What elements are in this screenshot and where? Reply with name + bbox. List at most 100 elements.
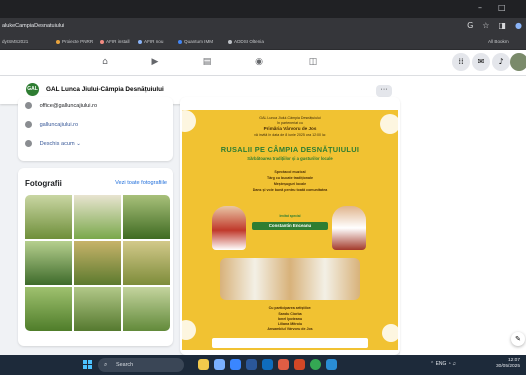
performer-photo [332, 206, 366, 250]
bookmark-item[interactable]: dyISMS2021 [2, 39, 28, 44]
system-tray[interactable]: ⌃ ENG ◔ ♫ [430, 361, 456, 367]
more-options-button[interactable]: ··· [376, 85, 392, 97]
groups-icon[interactable]: ◉ [252, 55, 266, 69]
bookmark-item[interactable]: All Bookm [488, 39, 509, 44]
globe-icon [25, 121, 32, 128]
website-row: galluncajiului.ro [25, 121, 78, 128]
photos-icon[interactable] [278, 359, 289, 370]
hours-row: Deschis acum ⌄ [25, 140, 81, 147]
clock-icon [25, 140, 32, 147]
poster-artist: Ansamblul Vârvoru de Jos [267, 327, 313, 331]
profile-icon[interactable]: ● [515, 21, 522, 30]
poster-artist: Sandu Ciorba [278, 312, 302, 316]
extensions-icon[interactable]: ◨ [498, 21, 506, 30]
address-bar: alukeCampiaDesnatuiului G ☆ ◨ ● [0, 18, 526, 36]
page-logo[interactable]: GAL [26, 83, 39, 96]
bookmark-dot-icon [178, 39, 182, 44]
poster-host: Primăria Vârvoru de Jos [263, 126, 317, 131]
photos-title: Fotografii [25, 179, 62, 188]
notifications-icon[interactable]: ♪ [492, 53, 510, 71]
intro-card: office@galluncajiului.ro galluncajiului.… [18, 97, 173, 161]
poster-invited-label: Invitat special [279, 214, 301, 218]
poster-subtitle: Sărbătoarea tradițiilor și a gusturilor … [247, 156, 333, 161]
photo-tile[interactable] [25, 241, 72, 285]
menu-grid-icon[interactable]: ⁞⁞ [452, 53, 470, 71]
sponsor-logos-strip [212, 338, 368, 348]
photo-tile[interactable] [25, 195, 72, 239]
chevron-down-icon[interactable]: ⌄ [76, 141, 81, 147]
bookmark-star-icon[interactable]: ☆ [482, 21, 489, 30]
page-title[interactable]: GAL Lunca Jiului-Câmpia Desnățuiului [46, 86, 164, 93]
photo-tile[interactable] [74, 241, 121, 285]
email-row: office@galluncajiului.ro [25, 102, 97, 109]
photo-tile[interactable] [123, 287, 170, 331]
poster-item: Spectacol muzical [274, 170, 306, 174]
poster-guest-name: Constantin Enceanu [252, 222, 328, 230]
bookmark-item[interactable]: AFIR nou [138, 39, 163, 44]
event-poster-image[interactable]: GAL Lunca Jiului-Câmpia Desnățuiului în … [182, 110, 398, 350]
photo-tile[interactable] [74, 287, 121, 331]
search-label: Search [116, 362, 134, 368]
maximize-icon[interactable]: □ [498, 3, 506, 12]
settings-icon[interactable] [214, 359, 225, 370]
outlook-icon[interactable] [262, 359, 273, 370]
bookmarks-bar: dyISMS2021 Proiecte PNRR AFIR install AF… [0, 36, 526, 50]
bookmark-item[interactable]: AFIR install [100, 39, 130, 44]
musicians-photo [220, 258, 360, 300]
windows-taskbar: ⌕ Search ⌃ ENG ◔ ♫ 12:07 30/05/2025 [0, 355, 526, 375]
messenger-icon[interactable]: ✉ [472, 53, 490, 71]
word-icon[interactable] [246, 359, 257, 370]
store-icon[interactable] [230, 359, 241, 370]
see-all-photos-link[interactable]: Vezi toate fotografiile [115, 180, 167, 186]
bookmark-item[interactable]: ADDSI Oltenia [228, 39, 264, 44]
open-status[interactable]: Deschis acum [40, 141, 75, 147]
address-bar-actions: G ☆ ◨ ● [467, 21, 522, 30]
bookmark-dot-icon [100, 39, 104, 44]
photo-tile[interactable] [123, 195, 170, 239]
chrome-icon[interactable] [310, 359, 321, 370]
language-indicator[interactable]: ENG [436, 361, 447, 367]
poster-also-label: Cu participarea artiștilor: [268, 306, 312, 310]
photo-tile[interactable] [74, 195, 121, 239]
powerpoint-icon[interactable] [294, 359, 305, 370]
website-link[interactable]: galluncajiului.ro [40, 122, 79, 128]
edit-icon[interactable]: ✎ [511, 332, 525, 346]
search-icon: ⌕ [104, 361, 108, 368]
facebook-top-nav: ⌂ ▶ ▤ ◉ ◫ ⁞⁞ ✉ ♪ [0, 50, 526, 76]
bookmark-dot-icon [228, 39, 232, 44]
bookmark-item[interactable]: Quantum IMM [178, 39, 213, 44]
poster-partner-line: în parteneriat cu [277, 121, 303, 125]
photo-tile[interactable] [123, 241, 170, 285]
marketplace-icon[interactable]: ▤ [200, 55, 214, 69]
file-explorer-icon[interactable] [198, 359, 209, 370]
video-icon[interactable]: ▶ [148, 55, 162, 69]
poster-org-line: GAL Lunca Jiului-Câmpia Desnățuiului [259, 116, 321, 120]
poster-artist: Liliana Mitroiu [277, 322, 303, 326]
photos-card: Fotografii Vezi toate fotografiile [18, 168, 173, 346]
bookmark-dot-icon [138, 39, 142, 44]
poster-item: Târg cu bucate tradiționale [267, 176, 313, 180]
edge-icon[interactable] [326, 359, 337, 370]
taskbar-search[interactable]: ⌕ Search [98, 358, 184, 372]
poster-title: RUSALII PE CÂMPIA DESNĂȚUIULUI [220, 145, 360, 154]
poster-item: Meșteșuguri locale [273, 182, 307, 186]
google-lens-icon[interactable]: G [467, 21, 473, 30]
clock[interactable]: 12:07 30/05/2025 [496, 358, 520, 370]
windows-start-icon[interactable] [83, 360, 92, 369]
email-text[interactable]: office@galluncajiului.ro [40, 103, 98, 109]
photo-grid [25, 195, 170, 331]
home-icon[interactable]: ⌂ [98, 55, 112, 69]
minimize-icon[interactable]: – [478, 3, 482, 12]
poster-date-line: vă invită în data de 8 iunie 2025 ora 12… [254, 133, 326, 137]
gaming-icon[interactable]: ◫ [306, 55, 320, 69]
avatar[interactable] [510, 53, 526, 71]
right-pane [400, 76, 526, 355]
email-icon [25, 102, 32, 109]
photo-tile[interactable] [25, 287, 72, 331]
url-field[interactable]: alukeCampiaDesnatuiului [2, 23, 64, 29]
poster-item: Dans și voie bună pentru toată comunitat… [252, 188, 328, 192]
performer-photo [212, 206, 246, 250]
clock-date: 30/05/2025 [495, 364, 520, 369]
bookmark-item[interactable]: Proiecte PNRR [56, 39, 93, 44]
browser-title-bar: – □ [0, 0, 526, 18]
